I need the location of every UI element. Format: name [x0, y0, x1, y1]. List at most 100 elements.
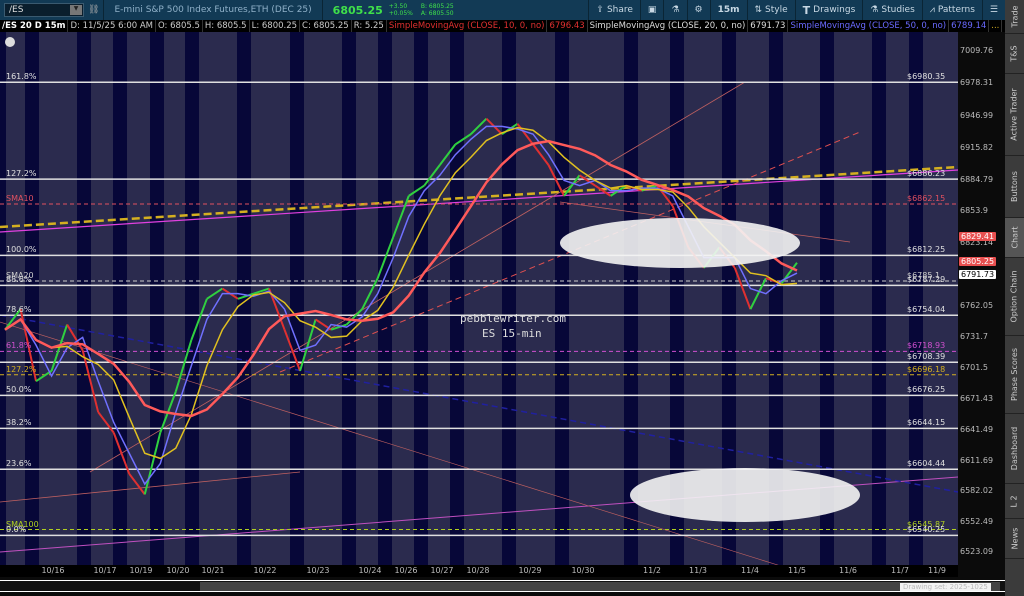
- scroll-thumb[interactable]: [200, 582, 1000, 591]
- share-icon: ⇪: [596, 5, 604, 15]
- date-tick: 11/6: [839, 566, 857, 575]
- date-tick: 10/21: [201, 566, 225, 575]
- tab-dashboard[interactable]: Dashboard: [1005, 414, 1024, 484]
- price-tick: 6853.9: [960, 206, 988, 216]
- alert-button[interactable]: ▣: [639, 0, 664, 20]
- studies-button[interactable]: ⚗ Studies: [862, 0, 921, 20]
- chart-title: /ES 20 D 15m: [0, 20, 69, 32]
- price-tick: 6611.69: [960, 455, 994, 465]
- settings-button[interactable]: ⚙: [686, 0, 710, 20]
- tab-chart[interactable]: Chart: [1005, 218, 1024, 258]
- price-tick: 6641.49: [960, 425, 994, 435]
- tab-label: Trade: [1010, 5, 1019, 28]
- flask-button[interactable]: ⚗: [663, 0, 686, 20]
- session-stripe: [342, 32, 356, 565]
- tab-phase-scores[interactable]: Phase Scores: [1005, 336, 1024, 414]
- level-label: 161.8%: [6, 72, 37, 82]
- menu-icon: ☰: [989, 5, 998, 15]
- style-button[interactable]: ⇅ Style: [746, 0, 795, 20]
- level-price: $6787.29: [907, 275, 946, 285]
- chart-canvas: [0, 32, 958, 565]
- settings-dot-icon[interactable]: [5, 37, 15, 47]
- tab-buttons[interactable]: Buttons: [1005, 156, 1024, 218]
- tab-option-chain[interactable]: Option Chain: [1005, 258, 1024, 336]
- bar-high: H: 6805.5: [203, 20, 250, 32]
- bar-close: C: 6805.25: [300, 20, 352, 32]
- tab-l-2[interactable]: L 2: [1005, 484, 1024, 519]
- last-price: 6805.25: [332, 3, 383, 17]
- tab-t-s[interactable]: T&S: [1005, 34, 1024, 74]
- level-price: $6980.35: [907, 72, 946, 82]
- price-segment: [532, 143, 550, 166]
- level-price: $6676.25: [907, 385, 946, 395]
- level-label: 127.2%: [6, 169, 37, 179]
- horizontal-scrollbar[interactable]: [0, 580, 1005, 592]
- level-price: $6540.25: [907, 525, 946, 535]
- price-tick: 7009.76: [960, 46, 994, 55]
- session-stripe: [502, 32, 516, 565]
- session-stripe: [150, 32, 164, 565]
- price-tag: 6805.25: [959, 256, 997, 266]
- tab-label: Buttons: [1010, 171, 1019, 202]
- sma50-label: SimpleMovingAvg (CLOSE, 50, 0, no): [788, 20, 950, 32]
- flask-icon: ⚗: [870, 5, 879, 15]
- date-tick: 10/24: [358, 566, 382, 575]
- date-tick: 10/20: [166, 566, 190, 575]
- tab-news[interactable]: News: [1005, 519, 1024, 559]
- tab-trade[interactable]: Trade: [1005, 0, 1024, 34]
- sma10-value: 6796.43: [547, 20, 588, 32]
- date-tick: 10/17: [93, 566, 117, 575]
- level-label: 78.6%: [6, 305, 32, 315]
- level-price: $6862.15: [907, 193, 946, 203]
- patterns-button[interactable]: ⩘ Patterns: [921, 0, 982, 20]
- tab-label: T&S: [1009, 45, 1019, 62]
- level-label: 61.8%: [6, 341, 32, 351]
- instrument-description: E-mini S&P 500 Index Futures,ETH (DEC 25…: [114, 5, 312, 15]
- timeframe-button[interactable]: 15m: [709, 0, 747, 20]
- level-price: $6644.15: [907, 418, 946, 428]
- price-tick: 6671.43: [960, 394, 994, 404]
- level-price: $6886.23: [907, 169, 946, 179]
- bar-date: D: 11/5/25 6:00 AM: [68, 20, 157, 32]
- level-label: SMA10: [6, 193, 34, 203]
- highlight-ellipse: [630, 468, 860, 522]
- share-button[interactable]: ⇪ Share: [588, 0, 640, 20]
- level-label: 38.2%: [6, 418, 32, 428]
- tab-label: Option Chain: [1010, 270, 1019, 323]
- drawings-button[interactable]: T Drawings: [794, 0, 863, 20]
- more-studies[interactable]: ...: [989, 20, 1003, 32]
- date-tick: 10/30: [571, 566, 595, 575]
- price-axis[interactable]: 7009.76 6978.31 6946.99 6915.82 6884.79 6853.…: [958, 32, 1005, 565]
- tab-active-trader[interactable]: Active Trader: [1005, 74, 1024, 156]
- symbol-text: /ES: [9, 5, 24, 15]
- date-tick: 10/29: [518, 566, 542, 575]
- right-tab-strip: Trade T&S Active Trader Buttons Chart Option …: [1005, 0, 1024, 596]
- symbol-selector[interactable]: /ES ▼: [4, 3, 84, 17]
- session-stripe: [0, 32, 6, 565]
- date-tick: 11/5: [788, 566, 806, 575]
- timeframe-label: 15m: [717, 5, 740, 15]
- tab-label: News: [1010, 527, 1019, 550]
- tab-label: Phase Scores: [1010, 347, 1020, 402]
- drawing-set-label[interactable]: Drawing set: 2025-1025: [900, 583, 991, 591]
- price-tick: 6523.09: [960, 546, 994, 556]
- price-tick: 6552.49: [960, 516, 994, 526]
- price-tick: 6582.02: [960, 486, 994, 496]
- alert-icon: ▣: [647, 5, 657, 15]
- date-tick: 10/19: [129, 566, 153, 575]
- date-tick: 10/22: [253, 566, 277, 575]
- level-label: 0.0%: [6, 525, 27, 535]
- level-price: $6604.44: [907, 459, 946, 469]
- date-tick: 10/27: [430, 566, 454, 575]
- menu-button[interactable]: ☰: [981, 0, 1005, 20]
- link-icon[interactable]: ⛓: [88, 5, 99, 15]
- session-stripe: [185, 32, 199, 565]
- date-tick: 11/3: [689, 566, 707, 575]
- date-tick: 11/7: [891, 566, 909, 575]
- trendline: [0, 165, 958, 229]
- level-price: $6696.18: [907, 364, 946, 374]
- price-chart[interactable]: pebblewriter.com ES 15-min 161.8% $6980.3…: [0, 32, 958, 565]
- tab-label: L 2: [1010, 494, 1019, 508]
- bar-open: O: 6805.5: [156, 20, 203, 32]
- drawings-label: Drawings: [813, 5, 856, 15]
